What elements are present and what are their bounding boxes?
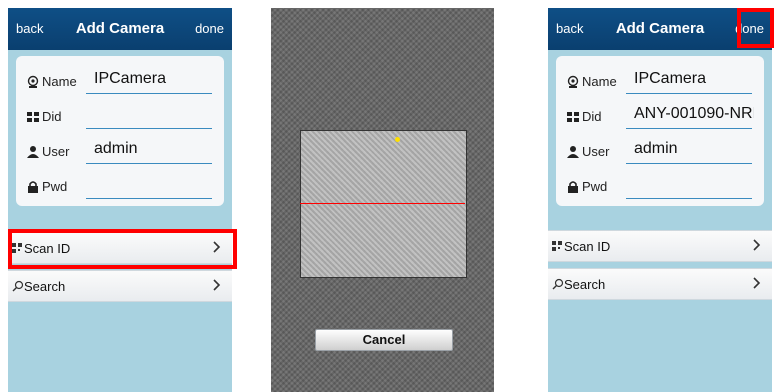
done-highlight-box <box>737 8 774 48</box>
lock-icon <box>28 181 38 193</box>
done-button[interactable]: done <box>195 21 224 36</box>
search-button[interactable]: Search <box>548 268 772 300</box>
add-camera-screen-left: back Add Camera done Name IPCamera Did U… <box>8 8 232 392</box>
search-button[interactable]: Search <box>8 270 232 302</box>
qr-code-icon <box>552 241 562 251</box>
scan-id-button[interactable]: Scan ID <box>548 230 772 262</box>
user-icon <box>567 146 579 158</box>
did-row: Did <box>24 103 218 129</box>
name-row: Name IPCamera <box>24 68 218 94</box>
user-underline <box>86 163 212 164</box>
name-field[interactable]: IPCamera <box>94 70 166 88</box>
pwd-underline <box>626 198 752 199</box>
camera-icon <box>567 75 579 88</box>
user-field[interactable]: admin <box>634 140 678 158</box>
user-icon <box>27 146 39 158</box>
user-label: User <box>582 144 610 159</box>
chevron-right-icon <box>753 277 761 289</box>
add-camera-screen-right: back Add Camera done Name IPCamera Did A… <box>548 8 772 392</box>
name-underline <box>86 93 212 94</box>
qr-scanner-screen: Cancel <box>271 8 494 392</box>
camera-form: Name IPCamera Did ANY-001090-NRPD User a… <box>556 56 764 206</box>
search-icon <box>12 280 24 292</box>
user-label: User <box>42 144 70 159</box>
user-row: User admin <box>24 138 218 164</box>
focus-dot <box>395 137 400 142</box>
scan-frame <box>300 130 467 278</box>
did-field[interactable]: ANY-001090-NRPD <box>634 105 754 123</box>
grid-icon <box>27 112 39 122</box>
did-label: Did <box>582 109 602 124</box>
scan-line <box>300 203 465 204</box>
did-underline <box>626 128 752 129</box>
lock-icon <box>568 181 578 193</box>
pwd-label: Pwd <box>582 179 608 194</box>
name-label: Name <box>582 74 617 89</box>
camera-form: Name IPCamera Did User admin Pwd <box>16 56 224 206</box>
user-underline <box>626 163 752 164</box>
pwd-label: Pwd <box>42 179 68 194</box>
pwd-row: Pwd <box>24 173 218 199</box>
name-underline <box>626 93 752 94</box>
pwd-underline <box>86 198 212 199</box>
did-row: Did ANY-001090-NRPD <box>564 103 758 129</box>
search-icon <box>552 278 564 290</box>
scan-id-label: Scan ID <box>564 239 611 254</box>
grid-icon <box>567 112 579 122</box>
name-label: Name <box>42 74 77 89</box>
user-row: User admin <box>564 138 758 164</box>
chevron-right-icon <box>213 279 221 291</box>
user-field[interactable]: admin <box>94 140 138 158</box>
search-label: Search <box>24 279 66 294</box>
chevron-right-icon <box>753 239 761 251</box>
search-label: Search <box>564 277 606 292</box>
scan-id-highlight-box <box>8 229 237 269</box>
name-field[interactable]: IPCamera <box>634 70 706 88</box>
top-bar: back Add Camera done <box>8 8 232 50</box>
pwd-row: Pwd <box>564 173 758 199</box>
camera-icon <box>27 75 39 88</box>
did-underline <box>86 128 212 129</box>
cancel-label: Cancel <box>362 332 406 347</box>
did-label: Did <box>42 109 62 124</box>
name-row: Name IPCamera <box>564 68 758 94</box>
cancel-button[interactable]: Cancel <box>315 329 453 351</box>
